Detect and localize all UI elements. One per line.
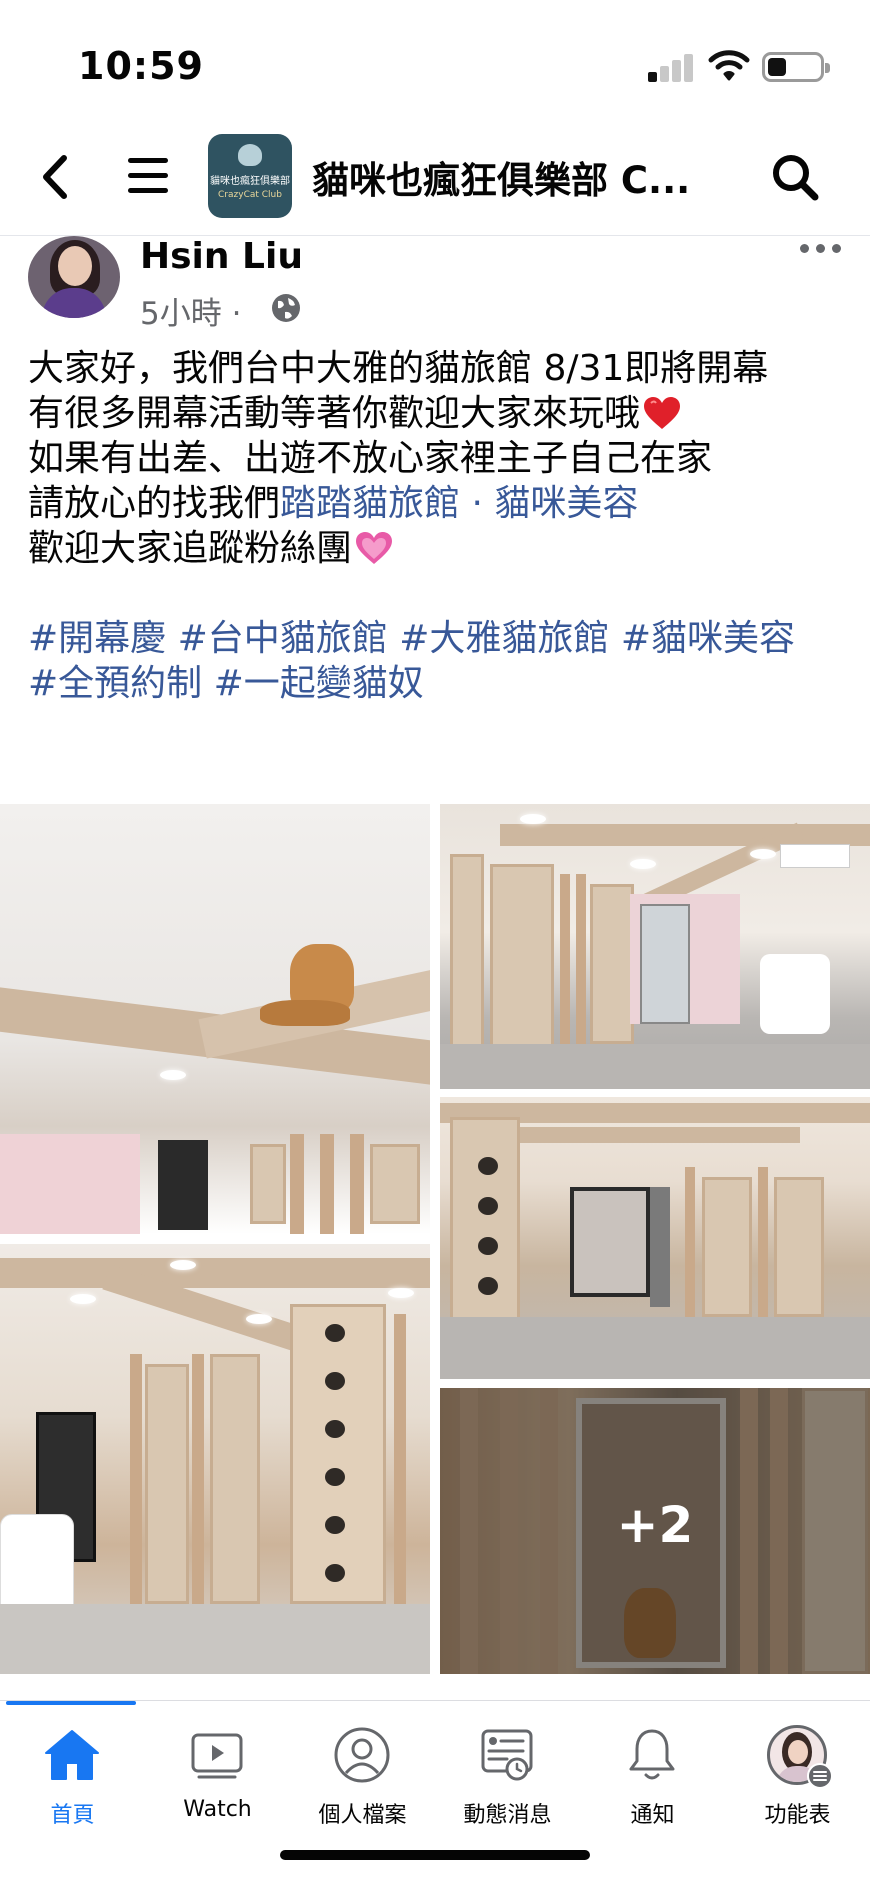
status-time: 10:59 — [78, 44, 204, 88]
red-heart-icon — [644, 397, 681, 429]
post-photo-5[interactable]: +2 — [440, 1388, 870, 1674]
post-line-4: 請放心的找我們踏踏貓旅館 · 貓咪美容 — [28, 481, 858, 526]
tab-home[interactable]: 首頁 — [0, 1725, 145, 1835]
group-avatar[interactable]: 貓咪也瘋狂俱樂部 CrazyCat Club — [208, 134, 292, 218]
back-button[interactable] — [36, 152, 76, 202]
news-feed-icon — [481, 1729, 533, 1781]
bell-icon — [629, 1729, 675, 1780]
tab-watch[interactable]: Watch — [145, 1725, 290, 1835]
home-icon — [45, 1730, 99, 1780]
cellular-signal-icon — [648, 52, 694, 82]
post-line-2-text: 有很多開幕活動等著你歡迎大家來玩哦 — [28, 393, 641, 434]
tab-notifications-label: 通知 — [630, 1803, 675, 1828]
search-icon[interactable] — [770, 152, 820, 202]
more-photos-count: +2 — [616, 1496, 694, 1554]
group-header: 貓咪也瘋狂俱樂部 CrazyCat Club 貓咪也瘋狂俱樂部 C... — [0, 124, 870, 236]
post-photo-3[interactable] — [440, 1097, 870, 1379]
post-text: 大家好，我們台中大雅的貓旅館 8/31即將開幕 有很多開幕活動等著你歡迎大家來玩… — [28, 346, 858, 706]
more-options-button[interactable] — [800, 238, 848, 258]
pink-heart-icon — [356, 532, 393, 564]
menu-badge-icon — [807, 1763, 833, 1789]
menu-button[interactable] — [128, 158, 168, 194]
post-time-text: 5小時 — [140, 296, 222, 332]
tab-menu[interactable]: 功能表 — [725, 1725, 870, 1835]
tab-menu-label: 功能表 — [764, 1803, 831, 1828]
battery-icon — [762, 52, 830, 82]
tab-notifications[interactable]: 通知 — [580, 1725, 725, 1835]
post-photo-1[interactable] — [0, 804, 430, 1234]
tab-home-label: 首頁 — [50, 1803, 95, 1828]
post-photo-2[interactable] — [440, 804, 870, 1089]
hashtags-line-1[interactable]: #開幕慶 #台中貓旅館 #大雅貓旅館 #貓咪美容 — [28, 616, 858, 661]
watch-icon — [191, 1733, 243, 1779]
hashtags-line-2[interactable]: #全預約制 #一起變貓奴 — [28, 661, 858, 706]
post-line-4-text: 請放心的找我們 — [28, 483, 281, 524]
status-bar: 10:59 — [0, 0, 870, 120]
author-avatar[interactable] — [28, 236, 120, 318]
post-line-5-text: 歡迎大家追蹤粉絲團 — [28, 528, 353, 569]
home-indicator[interactable] — [280, 1850, 590, 1860]
wifi-icon — [708, 50, 750, 81]
post-photo-4[interactable] — [0, 1244, 430, 1674]
tab-watch-label: Watch — [183, 1797, 252, 1822]
post-time-separator: · — [221, 296, 242, 332]
active-tab-indicator — [6, 1701, 136, 1705]
profile-icon — [334, 1727, 390, 1783]
tab-news-feed[interactable]: 動態消息 — [435, 1725, 580, 1835]
group-logo-text: 貓咪也瘋狂俱樂部 — [210, 176, 290, 187]
post-timestamp[interactable]: 5小時 · — [140, 288, 241, 333]
group-title[interactable]: 貓咪也瘋狂俱樂部 C... — [312, 150, 712, 204]
globe-icon — [272, 294, 300, 322]
post-line-3: 如果有出差、出遊不放心家裡主子自己在家 — [28, 438, 713, 479]
tab-news-feed-label: 動態消息 — [463, 1803, 552, 1828]
cat-logo-icon — [238, 144, 262, 166]
page-link[interactable]: 踏踏貓旅館 · 貓咪美容 — [280, 483, 638, 524]
tab-profile[interactable]: 個人檔案 — [290, 1725, 435, 1835]
post-line-2: 有很多開幕活動等著你歡迎大家來玩哦 — [28, 391, 858, 436]
tab-profile-label: 個人檔案 — [318, 1803, 407, 1828]
author-name[interactable]: Hsin Liu — [140, 236, 303, 277]
post-line-5: 歡迎大家追蹤粉絲團 — [28, 526, 858, 571]
post-line-1: 大家好，我們台中大雅的貓旅館 8/31即將開幕 — [28, 348, 769, 389]
group-logo-subtext: CrazyCat Club — [218, 190, 282, 200]
